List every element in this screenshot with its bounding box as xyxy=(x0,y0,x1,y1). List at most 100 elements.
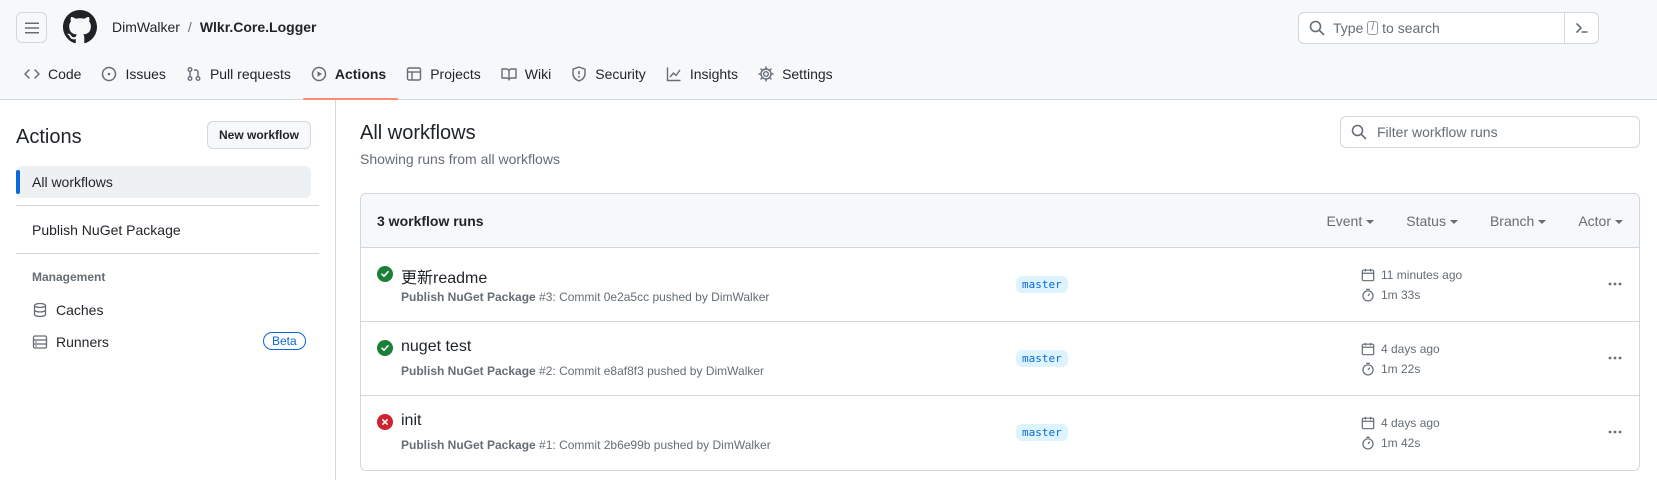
run-meta: Publish NuGet Package #2: Commit e8af8f3… xyxy=(401,364,764,378)
sidebar-title: Actions xyxy=(16,126,82,148)
filter-event-label: Event xyxy=(1326,213,1363,229)
branch-badge[interactable]: master xyxy=(1016,350,1068,367)
run-workflow-name: Publish NuGet Package xyxy=(401,438,536,452)
repo-nav: Code Issues Pull requests Actions Projec… xyxy=(16,60,845,100)
filter-status-dropdown[interactable]: Status xyxy=(1406,213,1458,229)
filter-event-dropdown[interactable]: Event xyxy=(1326,213,1375,229)
run-duration-text: 1m 22s xyxy=(1381,362,1421,376)
sidebar-divider xyxy=(16,205,319,206)
database-icon xyxy=(33,302,47,318)
x-circle-icon xyxy=(377,414,393,430)
run-duration: 1m 22s xyxy=(1361,362,1420,376)
check-circle-icon xyxy=(377,340,393,356)
stopwatch-icon xyxy=(1362,436,1374,450)
caret-down-icon xyxy=(1615,220,1623,225)
workflow-run-row[interactable]: nuget test Publish NuGet Package #2: Com… xyxy=(361,322,1639,396)
book-icon xyxy=(501,68,517,81)
new-workflow-button[interactable]: New workflow xyxy=(207,121,311,149)
filter-placeholder: Filter workflow runs xyxy=(1377,124,1498,140)
sidebar-item-all-workflows[interactable]: All workflows xyxy=(16,166,311,198)
repo-owner-link[interactable]: DimWalker xyxy=(112,19,180,35)
run-title-link[interactable]: nuget test xyxy=(401,338,471,356)
kebab-horizontal-icon xyxy=(1608,282,1622,286)
tab-insights[interactable]: Insights xyxy=(658,60,750,100)
tab-settings[interactable]: Settings xyxy=(750,60,845,100)
workflow-run-row[interactable]: init Publish NuGet Package #1: Commit 2b… xyxy=(361,396,1639,470)
branch-badge[interactable]: master xyxy=(1016,276,1068,293)
sidebar-item-runners[interactable]: Runners xyxy=(32,334,109,350)
beta-badge: Beta xyxy=(263,332,306,350)
run-meta: Publish NuGet Package #3: Commit 0e2a5cc… xyxy=(401,290,769,304)
sidebar-divider xyxy=(16,253,319,254)
hamburger-icon xyxy=(24,22,39,33)
branch-badge[interactable]: master xyxy=(1016,424,1068,441)
run-meta: Publish NuGet Package #1: Commit 2b6e99b… xyxy=(401,438,771,452)
menu-button[interactable] xyxy=(16,12,47,43)
stopwatch-icon xyxy=(1362,362,1374,376)
run-menu-button[interactable] xyxy=(1603,420,1627,444)
kebab-horizontal-icon xyxy=(1608,356,1622,360)
caret-down-icon xyxy=(1449,220,1458,225)
tab-settings-label: Settings xyxy=(782,66,833,82)
caret-down-icon xyxy=(1538,220,1547,225)
workflow-run-row[interactable]: 更新readme Publish NuGet Package #3: Commi… xyxy=(361,248,1639,322)
page-subtitle: Showing runs from all workflows xyxy=(360,151,560,167)
sidebar-item-caches-label: Caches xyxy=(56,302,104,318)
calendar-icon xyxy=(1361,268,1375,282)
run-title-link[interactable]: 更新readme xyxy=(401,264,487,288)
run-menu-button[interactable] xyxy=(1603,346,1627,370)
calendar-icon xyxy=(1361,416,1375,430)
tab-issues[interactable]: Issues xyxy=(93,60,177,100)
kebab-horizontal-icon xyxy=(1608,430,1622,434)
github-logo-icon[interactable] xyxy=(63,10,97,44)
run-time-text: 11 minutes ago xyxy=(1381,268,1463,282)
run-title-link[interactable]: init xyxy=(401,412,421,430)
filter-branch-label: Branch xyxy=(1489,213,1535,229)
tab-pull-requests[interactable]: Pull requests xyxy=(178,60,303,100)
tab-projects[interactable]: Projects xyxy=(398,60,493,100)
run-duration: 1m 42s xyxy=(1361,436,1420,450)
sidebar-item-caches[interactable]: Caches xyxy=(32,302,103,318)
filter-workflow-runs-input[interactable]: Filter workflow runs xyxy=(1340,116,1640,148)
command-palette-button[interactable] xyxy=(1564,12,1598,44)
run-duration: 1m 33s xyxy=(1361,288,1420,302)
tab-actions-label: Actions xyxy=(334,66,387,82)
filter-branch-dropdown[interactable]: Branch xyxy=(1489,213,1547,229)
run-workflow-name: Publish NuGet Package xyxy=(401,364,536,378)
graph-icon xyxy=(666,67,681,82)
search-prefix-text: Type xyxy=(1333,20,1364,36)
filter-actor-dropdown[interactable]: Actor xyxy=(1578,213,1623,229)
tab-code[interactable]: Code xyxy=(16,60,93,100)
runs-header: 3 workflow runs Event Status Branch Acto… xyxy=(361,194,1639,248)
run-time-text: 4 days ago xyxy=(1381,416,1440,430)
caret-down-icon xyxy=(1366,220,1375,225)
runs-filters: Event Status Branch Actor xyxy=(1326,194,1623,248)
run-menu-button[interactable] xyxy=(1603,272,1627,296)
terminal-icon xyxy=(1575,23,1588,33)
repo-name-link[interactable]: Wlkr.Core.Logger xyxy=(200,19,317,35)
tab-code-label: Code xyxy=(48,66,82,82)
run-workflow-name: Publish NuGet Package xyxy=(401,290,536,304)
server-icon xyxy=(32,335,48,349)
workflow-runs-table: 3 workflow runs Event Status Branch Acto… xyxy=(360,193,1640,471)
run-duration-text: 1m 33s xyxy=(1381,288,1421,302)
global-search-input[interactable]: Type / to search xyxy=(1298,12,1599,44)
search-icon xyxy=(1309,20,1325,36)
filter-status-label: Status xyxy=(1406,213,1446,229)
sidebar-item-workflow[interactable]: Publish NuGet Package xyxy=(32,222,181,238)
play-icon xyxy=(311,66,327,82)
run-time: 4 days ago xyxy=(1361,416,1440,430)
table-icon xyxy=(407,67,422,81)
tab-issues-label: Issues xyxy=(125,66,166,82)
search-icon xyxy=(1351,124,1367,140)
run-commit-info: #3: Commit 0e2a5cc pushed by DimWalker xyxy=(535,290,770,304)
run-time: 4 days ago xyxy=(1361,342,1440,356)
tab-actions[interactable]: Actions xyxy=(302,60,399,100)
run-time: 11 minutes ago xyxy=(1361,268,1462,282)
tab-wiki[interactable]: Wiki xyxy=(493,60,563,100)
search-suffix-text: to search xyxy=(1382,20,1440,36)
pull-request-icon xyxy=(187,67,201,81)
issue-icon xyxy=(102,66,117,82)
run-time-text: 4 days ago xyxy=(1381,342,1440,356)
tab-security[interactable]: Security xyxy=(563,60,658,100)
